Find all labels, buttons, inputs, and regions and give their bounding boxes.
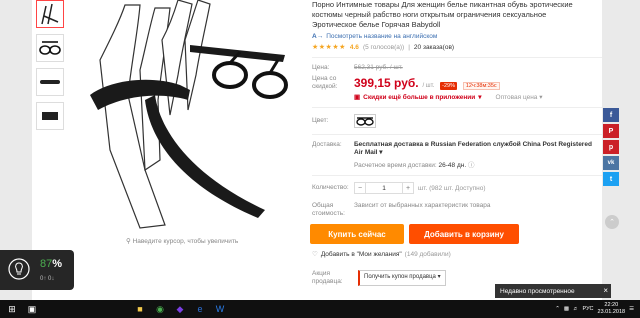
shipping-method[interactable]: Бесплатная доставка в Russian Federation…	[354, 141, 594, 157]
heart-icon: ♡	[312, 251, 318, 258]
price-unit: / шт.	[422, 83, 435, 89]
shipping-row: Доставка: Бесплатная доставка в Russian …	[312, 141, 602, 169]
thumbnail-3[interactable]	[36, 68, 64, 96]
divider	[312, 107, 602, 108]
pinterest-pin-icon[interactable]: p	[603, 140, 619, 154]
chevron-up-icon: ⌃	[609, 219, 615, 226]
vk-icon[interactable]: vk	[603, 156, 619, 170]
chevron-up-icon[interactable]: ⌃	[555, 306, 560, 312]
price-label: Цена:	[312, 64, 330, 71]
notifications-icon[interactable]: ☰	[629, 306, 634, 312]
rating-value: 4.6	[349, 43, 359, 51]
discount-badge: -29%	[440, 82, 458, 90]
buy-now-button[interactable]: Купить сейчас	[310, 224, 404, 244]
color-option[interactable]	[354, 114, 376, 128]
discount-price-row: Цена со скидкой: 399,15 руб. / шт. -29% …	[312, 75, 602, 91]
discount-price-label: Цена со скидкой:	[312, 75, 338, 90]
clock[interactable]: 22:20 23.01.2018	[598, 302, 626, 316]
rating-row: ★★★★★ 4.6 (5 голосов(а)) | 20 заказа(ов)	[312, 43, 455, 52]
chrome-icon[interactable]: ◉	[152, 301, 168, 317]
thumbnail-1[interactable]	[36, 0, 64, 28]
total-label: Общая стоимость:	[312, 202, 345, 217]
quantity-label: Количество:	[312, 184, 349, 191]
chevron-down-icon: ▾	[539, 94, 543, 101]
phone-icon: ▣	[354, 94, 361, 101]
app-discount-link[interactable]: ▣ Скидки ещё больше в приложении ▾	[354, 93, 482, 102]
quantity-stepper: − 1 + шт. (982 шт. Доступно)	[354, 182, 486, 194]
chevron-down-icon: ▾	[379, 149, 383, 156]
recently-viewed-bar[interactable]: Недавно просмотренное ×	[495, 284, 611, 298]
battery-percent: 87%	[40, 258, 63, 270]
twitter-icon[interactable]: t	[603, 172, 619, 186]
file-explorer-icon[interactable]: ■	[132, 301, 148, 317]
wholesale-price-link[interactable]: Оптовая цена ▾	[496, 93, 543, 101]
product-title: Порно Интимные товары Для женщин белье п…	[312, 0, 573, 29]
divider	[312, 134, 602, 135]
wishlist-count: (149 добавили)	[404, 250, 451, 258]
total-row: Общая стоимость: Зависит от выбранных ха…	[312, 202, 602, 218]
orders-count: 20 заказа(ов)	[413, 43, 455, 51]
quantity-available: шт. (982 шт. Доступно)	[418, 184, 486, 192]
volume-icon[interactable]: ♬	[573, 306, 579, 312]
translate-title-link[interactable]: A→ Посмотреть название на английском	[312, 33, 602, 40]
color-label: Цвет:	[312, 117, 329, 124]
word-icon[interactable]: W	[212, 301, 228, 317]
network-io: 0↑ 0↓	[40, 276, 55, 282]
seller-promo-row: Акция продавца: Получить купон продавца …	[312, 270, 446, 286]
battery-widget: 87% 0↑ 0↓	[0, 250, 74, 290]
shipping-eta: Расчетное время доставки: 26-48 дн. ⓘ	[354, 162, 475, 169]
pinterest-icon[interactable]: P	[603, 124, 619, 138]
translate-icon: A→	[312, 33, 324, 40]
quantity-decrease-button[interactable]: −	[354, 182, 366, 194]
old-price: 562,31 руб. / шт.	[354, 64, 403, 71]
system-tray: ⌃ ▩ ♬ РУС 22:20 23.01.2018 ☰	[555, 300, 634, 318]
quantity-increase-button[interactable]: +	[402, 182, 414, 194]
color-row: Цвет:	[312, 114, 602, 128]
product-main-image[interactable]	[70, 0, 295, 240]
taskbar: ⊞ ▣ ■ ◉ ◆ e W ⌃ ▩ ♬ РУС 22:20 23.01.2018…	[0, 300, 640, 318]
edge-icon[interactable]: e	[192, 301, 208, 317]
countdown-timer: 12ч:38м:35с	[462, 82, 500, 90]
thumbnail-2[interactable]	[36, 34, 64, 62]
votes-link[interactable]: (5 голосов(а))	[363, 44, 404, 51]
magnifier-icon: ⚲	[126, 238, 131, 245]
facebook-icon[interactable]: f	[603, 108, 619, 122]
seller-coupon-button[interactable]: Получить купон продавца ▾	[358, 270, 446, 286]
task-view-icon[interactable]: ▣	[24, 301, 40, 317]
language-indicator[interactable]: РУС	[583, 306, 594, 312]
thumbnail-list	[36, 0, 66, 136]
network-icon[interactable]: ▩	[564, 306, 569, 312]
share-bar: f P p vk t	[603, 108, 619, 188]
total-value: Зависит от выбранных характеристик товар…	[354, 202, 491, 209]
promo-label: Акция продавца:	[312, 270, 343, 285]
chevron-down-icon: ▾	[437, 274, 441, 280]
shipping-label: Доставка:	[312, 141, 342, 148]
chevron-down-icon: ▾	[478, 94, 482, 101]
current-price: 399,15 руб.	[354, 76, 419, 90]
quantity-row: Количество: − 1 + шт. (982 шт. Доступно)	[312, 182, 602, 194]
old-price-row: Цена: 562,31 руб. / шт.	[312, 64, 602, 72]
close-icon[interactable]: ×	[603, 286, 608, 295]
app-icon[interactable]: ◆	[172, 301, 188, 317]
lightbulb-icon	[8, 258, 30, 280]
quantity-input[interactable]: 1	[366, 182, 402, 194]
zoom-hint: ⚲ Наведите курсор, чтобы увеличить	[126, 238, 239, 245]
add-to-cart-button[interactable]: Добавить в корзину	[409, 224, 519, 244]
page: ⚲ Наведите курсор, чтобы увеличить Порно…	[0, 0, 640, 300]
windows-start-icon[interactable]: ⊞	[4, 301, 20, 317]
scroll-top-button[interactable]: ⌃	[605, 215, 619, 229]
product-info: Порно Интимные товары Для женщин белье п…	[312, 0, 602, 218]
divider	[312, 175, 602, 176]
divider	[312, 57, 602, 58]
thumbnail-4[interactable]	[36, 102, 64, 130]
app-discount-row: ▣ Скидки ещё больше в приложении ▾ Оптов…	[312, 93, 602, 102]
rating-stars-icon: ★★★★★	[312, 44, 346, 51]
info-icon: ⓘ	[467, 162, 475, 169]
wishlist-link[interactable]: ♡ Добавить в "Мои желания" (149 добавили…	[312, 250, 451, 259]
